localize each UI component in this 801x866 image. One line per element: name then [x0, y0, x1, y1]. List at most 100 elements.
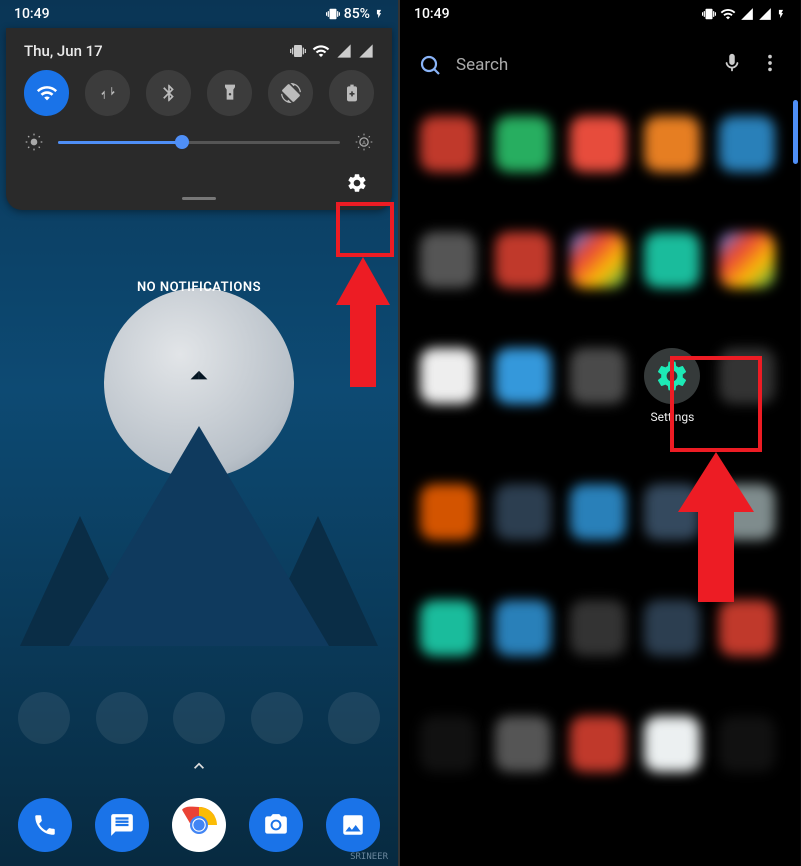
vibrate-icon — [326, 7, 340, 21]
gallery-icon — [340, 812, 366, 838]
brightness-fill — [58, 141, 182, 144]
signal-icon — [358, 43, 374, 59]
panel-date: Thu, Jun 17 — [24, 42, 103, 60]
home-folder[interactable] — [328, 692, 380, 744]
qs-rotate-tile[interactable] — [268, 70, 313, 116]
app-icon[interactable] — [495, 716, 551, 772]
status-bar: 10:49 85% — [0, 0, 398, 28]
wallpaper-wolf: ◢◣ — [191, 368, 208, 381]
app-icon[interactable] — [495, 348, 551, 404]
scroll-indicator[interactable] — [793, 100, 798, 164]
svg-text:A: A — [362, 141, 366, 147]
home-folder[interactable] — [173, 692, 225, 744]
wifi-icon — [312, 42, 330, 60]
chevron-up-icon — [189, 756, 209, 776]
annotation-arrow — [668, 452, 764, 612]
signal-icon — [740, 7, 754, 21]
auto-brightness-icon[interactable]: A — [354, 132, 374, 152]
notification-panel: Thu, Jun 17 — [6, 28, 392, 210]
settings-app-label: Settings — [650, 410, 694, 424]
vibrate-icon — [702, 7, 716, 21]
app-drawer-grid[interactable]: Settings — [400, 116, 800, 772]
settings-app[interactable]: Settings — [644, 348, 700, 424]
charging-icon — [374, 7, 384, 21]
panel-drag-handle[interactable] — [182, 197, 216, 200]
more-vert-icon — [759, 52, 781, 74]
app-icon[interactable] — [719, 116, 775, 172]
gallery-app[interactable] — [326, 798, 380, 852]
messages-app[interactable] — [95, 798, 149, 852]
signal-icon — [758, 7, 772, 21]
wifi-icon — [36, 82, 58, 104]
status-time: 10:49 — [414, 6, 450, 22]
qs-battery-tile[interactable] — [329, 70, 374, 116]
app-icon[interactable] — [495, 600, 551, 656]
chrome-app[interactable] — [172, 798, 226, 852]
more-options-button[interactable] — [758, 52, 782, 78]
app-icon[interactable] — [644, 716, 700, 772]
camera-app[interactable] — [249, 798, 303, 852]
quick-settings-row — [24, 70, 374, 116]
app-icon[interactable] — [644, 116, 700, 172]
app-icon[interactable] — [420, 232, 476, 288]
app-icon[interactable] — [420, 484, 476, 540]
battery-label: 85% — [344, 6, 370, 22]
chrome-icon — [172, 798, 226, 852]
qs-wifi-tile[interactable] — [24, 70, 69, 116]
brightness-slider[interactable] — [58, 141, 340, 144]
rotate-icon — [281, 83, 301, 103]
app-icon[interactable] — [570, 484, 626, 540]
wifi-icon — [720, 6, 736, 22]
battery-saver-icon — [342, 83, 362, 103]
folder-row — [18, 692, 380, 744]
gear-icon — [654, 358, 690, 394]
qs-bluetooth-tile[interactable] — [146, 70, 191, 116]
bluetooth-icon — [159, 83, 179, 103]
home-folder[interactable] — [96, 692, 148, 744]
brightness-row: A — [24, 132, 374, 152]
gear-icon — [346, 172, 368, 194]
search-icon — [418, 53, 442, 77]
signal-icon — [336, 43, 352, 59]
annotation-arrow — [328, 257, 398, 397]
app-icon[interactable] — [719, 716, 775, 772]
app-icon[interactable] — [495, 116, 551, 172]
wallpaper-signature: SRINEER — [350, 852, 388, 862]
camera-icon — [263, 812, 289, 838]
app-icon[interactable] — [719, 232, 775, 288]
home-folder[interactable] — [18, 692, 70, 744]
app-drawer-handle[interactable] — [18, 756, 380, 780]
voice-search-button[interactable] — [720, 52, 744, 78]
brightness-low-icon — [24, 132, 44, 152]
app-icon[interactable] — [719, 348, 775, 404]
data-icon — [98, 83, 118, 103]
app-icon[interactable] — [420, 716, 476, 772]
status-time: 10:49 — [14, 6, 50, 22]
phone-app[interactable] — [18, 798, 72, 852]
vibrate-icon — [290, 43, 306, 59]
app-icon[interactable] — [495, 484, 551, 540]
qs-flashlight-tile[interactable] — [207, 70, 252, 116]
status-bar: 10:49 — [400, 0, 800, 28]
no-notifications-label: NO NOTIFICATIONS — [137, 280, 261, 295]
panel-status-icons — [290, 42, 374, 60]
app-icon[interactable] — [420, 600, 476, 656]
charging-icon — [776, 7, 786, 21]
brightness-thumb[interactable] — [175, 135, 189, 149]
app-icon[interactable] — [570, 716, 626, 772]
app-icon[interactable] — [420, 116, 476, 172]
search-bar[interactable]: Search — [400, 40, 800, 90]
wallpaper-mountain — [69, 426, 329, 646]
settings-gear-button[interactable] — [340, 166, 374, 200]
app-icon[interactable] — [420, 348, 476, 404]
app-icon[interactable] — [570, 232, 626, 288]
app-icon[interactable] — [570, 348, 626, 404]
qs-data-tile[interactable] — [85, 70, 130, 116]
app-icon[interactable] — [570, 600, 626, 656]
messages-icon — [109, 812, 135, 838]
app-icon[interactable] — [570, 116, 626, 172]
home-folder[interactable] — [251, 692, 303, 744]
app-icon[interactable] — [644, 232, 700, 288]
search-placeholder: Search — [456, 55, 706, 75]
app-icon[interactable] — [495, 232, 551, 288]
